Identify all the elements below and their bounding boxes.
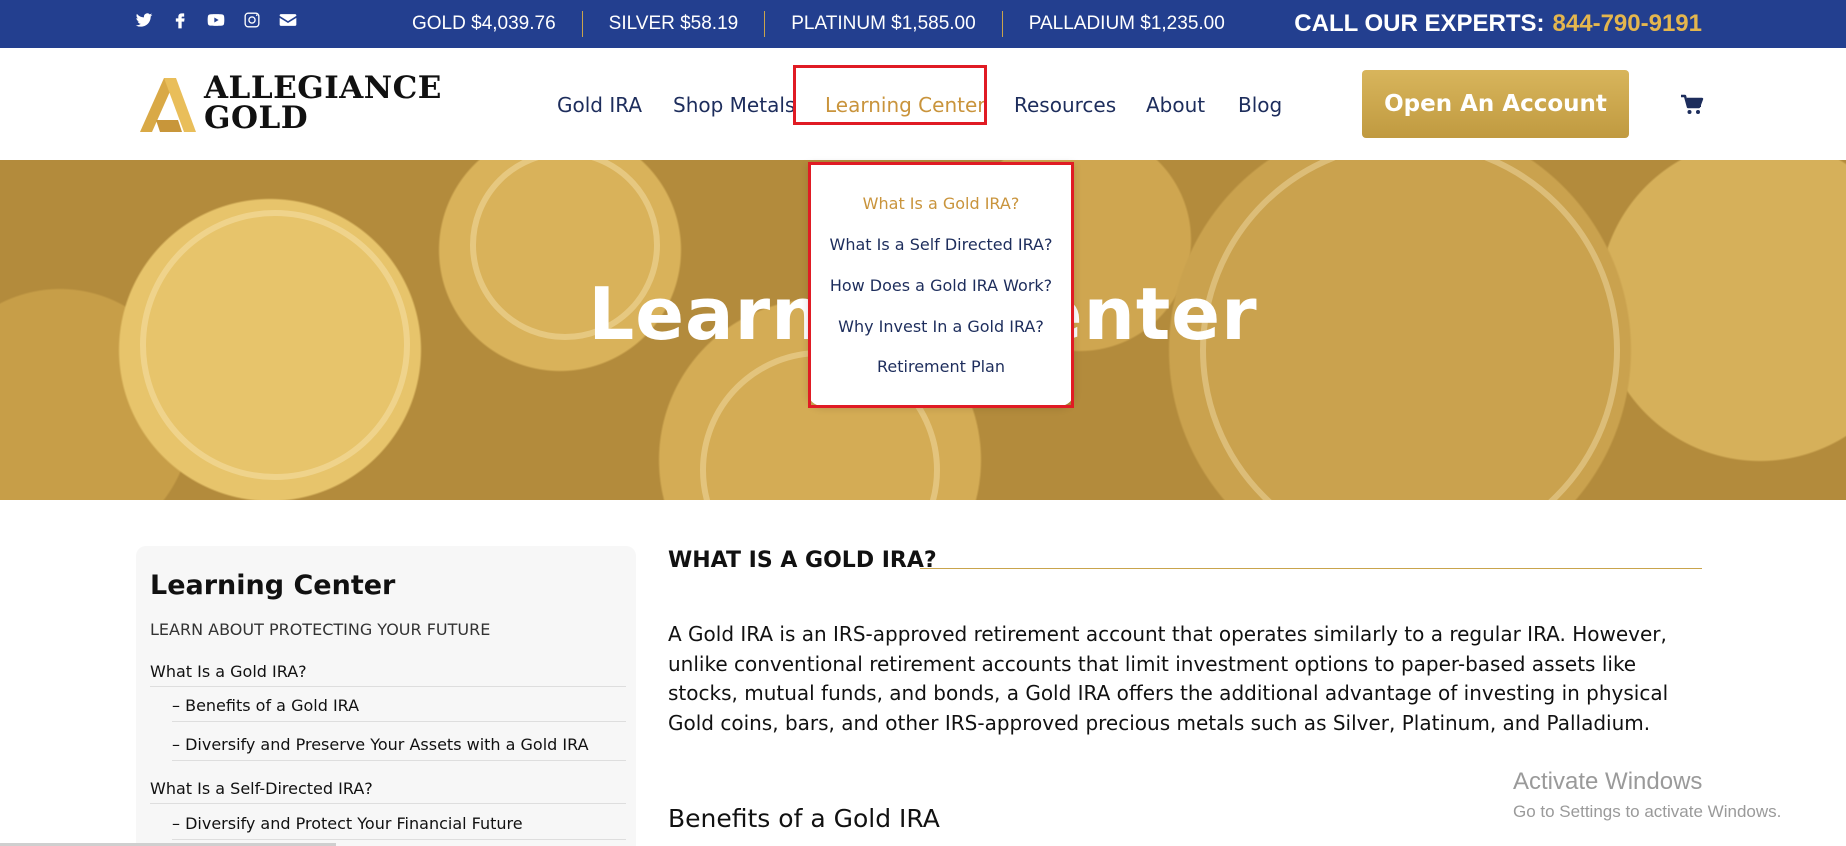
sidebar-link-benefits[interactable]: – Benefits of a Gold IRA <box>172 696 359 715</box>
youtube-icon[interactable] <box>206 10 226 30</box>
top-bar: GOLD $4,039.76 SILVER $58.19 PLATINUM $1… <box>0 0 1846 48</box>
heading-rule <box>920 568 1702 569</box>
cart-icon[interactable] <box>1680 94 1704 116</box>
divider <box>172 760 626 761</box>
platinum-price: PLATINUM $1,585.00 <box>764 11 1001 37</box>
gold-price: GOLD $4,039.76 <box>412 13 556 34</box>
email-icon[interactable] <box>278 10 298 30</box>
section-heading: WHAT IS A GOLD IRA? <box>668 548 937 573</box>
intro-paragraph: A Gold IRA is an IRS-approved retirement… <box>668 622 1669 735</box>
highlight-box-nav <box>793 65 987 125</box>
highlight-box-dropdown <box>808 162 1074 408</box>
nav-blog[interactable]: Blog <box>1238 93 1282 117</box>
benefits-heading: Benefits of a Gold IRA <box>668 804 940 833</box>
call-experts: CALL OUR EXPERTS: 844-790-9191 <box>1294 0 1702 48</box>
divider <box>150 686 626 687</box>
call-label: CALL OUR EXPERTS: <box>1294 10 1545 37</box>
instagram-icon[interactable] <box>242 10 262 30</box>
social-links <box>134 10 298 30</box>
nav-gold-ira[interactable]: Gold IRA <box>557 93 642 117</box>
sidebar-link-diversify-protect[interactable]: – Diversify and Protect Your Financial F… <box>172 814 523 833</box>
open-account-button[interactable]: Open An Account <box>1362 70 1629 138</box>
divider <box>172 721 626 722</box>
nav-shop-metals[interactable]: Shop Metals <box>673 93 795 117</box>
silver-price: SILVER $58.19 <box>581 11 765 37</box>
watermark-line2: Go to Settings to activate Windows. <box>1513 802 1782 821</box>
sidebar-subtitle: LEARN ABOUT PROTECTING YOUR FUTURE <box>150 620 491 639</box>
sidebar-link-what-is-gold-ira[interactable]: What Is a Gold IRA? <box>150 662 307 681</box>
phone-link[interactable]: 844-790-9191 <box>1553 10 1702 38</box>
sidebar-title: Learning Center <box>150 570 396 601</box>
metal-prices-ticker: GOLD $4,039.76 SILVER $58.19 PLATINUM $1… <box>392 0 1251 48</box>
logo[interactable]: ALLEGIANCE GOLD <box>138 72 441 136</box>
windows-activation-watermark: Activate Windows Go to Settings to activ… <box>1513 768 1781 822</box>
nav-about[interactable]: About <box>1146 93 1205 117</box>
sidebar: Learning Center LEARN ABOUT PROTECTING Y… <box>136 546 636 846</box>
facebook-icon[interactable] <box>170 10 190 30</box>
divider <box>172 839 626 840</box>
twitter-icon[interactable] <box>134 10 154 30</box>
sidebar-link-self-directed-ira[interactable]: What Is a Self-Directed IRA? <box>150 779 373 798</box>
sidebar-link-diversify-preserve[interactable]: – Diversify and Preserve Your Assets wit… <box>172 735 589 754</box>
palladium-price: PALLADIUM $1,235.00 <box>1001 11 1251 37</box>
divider <box>150 803 626 804</box>
logo-mark-icon <box>140 78 196 132</box>
nav-resources[interactable]: Resources <box>1014 93 1116 117</box>
logo-text-line2: GOLD <box>204 100 309 136</box>
watermark-line1: Activate Windows <box>1513 768 1703 795</box>
